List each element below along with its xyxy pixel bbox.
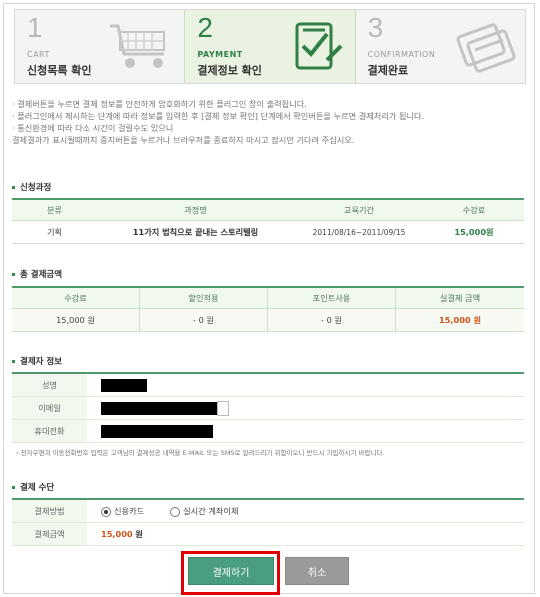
amount-unit: 원 [135,529,143,539]
course-fee: 15,000원 [454,227,494,237]
column-header: 실결제 금액 [439,293,481,303]
amount-row: 결제금액 15,000 원 [12,523,524,546]
name-label: 성명 [12,374,87,396]
table-header: 수강료 할인적용 포인트사용 실결제 금액 [12,288,524,309]
cart-icon [110,24,166,68]
column-header: 교육기간 [343,205,375,215]
discount-value: - 0 원 [140,309,268,331]
final-amount-value: 15,000 원 [439,315,481,325]
column-header: 할인적용 [140,288,268,308]
total-section-title: 총 결제금액 [12,268,62,280]
radio-icon [170,506,181,517]
table-header: 분류 과정명 교육기간 수강료 [12,200,524,221]
step-payment: 2 PAYMENT 결제정보 확인 [184,10,356,83]
course-name: 11가지 법칙으로 끝내는 스토리텔링 [132,227,259,237]
column-header: 분류 [46,205,63,215]
cancel-button[interactable]: 취소 [285,557,349,585]
step-number: 2 [197,12,213,43]
method-form: 결제방법 신용카드 실시간 계좌이체 결제금액 15,000 원 [12,498,524,546]
course-period: 2011/08/16~2011/09/15 [312,227,406,237]
email-field-edge[interactable] [217,400,229,416]
column-header: 포인트사용 [268,288,396,308]
note-line: · 결제버튼을 누르면 결제 정보를 안전하게 암호화하기 위한 플러그인 창이… [12,99,307,109]
step-label-en: CONFIRMATION [367,50,436,59]
pay-button[interactable]: 결제하기 [188,557,274,585]
column-header: 수강료 [12,288,140,308]
step-label-en: PAYMENT [197,50,243,59]
course-table: 분류 과정명 교육기간 수강료 기획 11가지 법칙으로 끝내는 스토리텔링 2… [12,198,524,244]
table-row: 기획 11가지 법칙으로 끝내는 스토리텔링 2011/08/16~2011/0… [12,221,524,244]
step-confirmation: 3 CONFIRMATION 결제완료 [356,10,525,83]
step-number: 1 [27,12,43,43]
phone-field-redacted[interactable] [101,424,213,438]
step-label: 신청목록 확인 [27,64,92,77]
card-icon [456,23,516,73]
method-label: 결제방법 [12,500,87,522]
name-row: 성명 [12,374,524,397]
payer-form: 성명 이메일 휴대전화 [12,372,524,443]
step-label-en: CART [27,50,50,59]
total-table: 수강료 할인적용 포인트사용 실결제 금액 15,000 원 - 0 원 - 0… [12,286,524,332]
note-line: · 플러그인에서 제시하는 단계에 따라 정보를 입력한 후 [결제 정보 확인… [12,111,425,121]
email-field-redacted[interactable] [101,401,217,415]
amount-label: 결제금액 [12,523,87,545]
note-line: 결제결과가 표시될때까지 중지버튼을 누르거나 브라우저를 종료하지 마시고 잠… [12,135,355,145]
email-row: 이메일 [12,397,524,420]
amount-value: 15,000 [101,529,133,539]
transfer-option-label: 실시간 계좌이체 [183,506,239,516]
card-option-label: 신용카드 [114,506,145,516]
payer-section-title: 결제자 정보 [12,355,62,367]
payment-notes: · 결제버튼을 누르면 결제 정보를 안전하게 암호화하기 위한 플러그인 창이… [12,98,522,146]
note-line: · 통신환경에 따라 다소 시간이 걸릴수도 있으니 [12,123,174,133]
column-header: 과정명 [184,205,207,215]
course-category: 기획 [46,227,63,237]
step-cart: 1 CART 신청목록 확인 [15,10,184,83]
method-section-title: 결제 수단 [12,481,54,493]
phone-row: 휴대전화 [12,420,524,443]
phone-label: 휴대전화 [12,420,87,442]
card-radio[interactable]: 신용카드 [101,505,144,517]
payer-notice: › 전자우편과 이동전화번호 입력은 고객님의 결제성공 내역을 E-MAIL … [16,449,385,457]
email-label: 이메일 [12,397,87,419]
step-label: 결제완료 [367,64,409,77]
name-field-redacted[interactable] [101,378,147,392]
checkout-steps: 1 CART 신청목록 확인 2 PAYMENT 결제정보 확인 3 CONFI… [14,9,526,84]
radio-selected-icon [101,506,111,517]
transfer-radio[interactable]: 실시간 계좌이체 [170,505,238,517]
column-header: 수강료 [462,205,486,215]
step-number: 3 [367,12,384,43]
course-section-title: 신청과정 [12,181,51,193]
table-row: 15,000 원 - 0 원 - 0 원 15,000 원 [12,309,524,332]
fee-value: 15,000 원 [12,309,140,331]
checklist-icon [295,22,343,70]
step-label: 결제정보 확인 [197,64,262,77]
method-row: 결제방법 신용카드 실시간 계좌이체 [12,500,524,523]
points-value: - 0 원 [268,309,396,331]
